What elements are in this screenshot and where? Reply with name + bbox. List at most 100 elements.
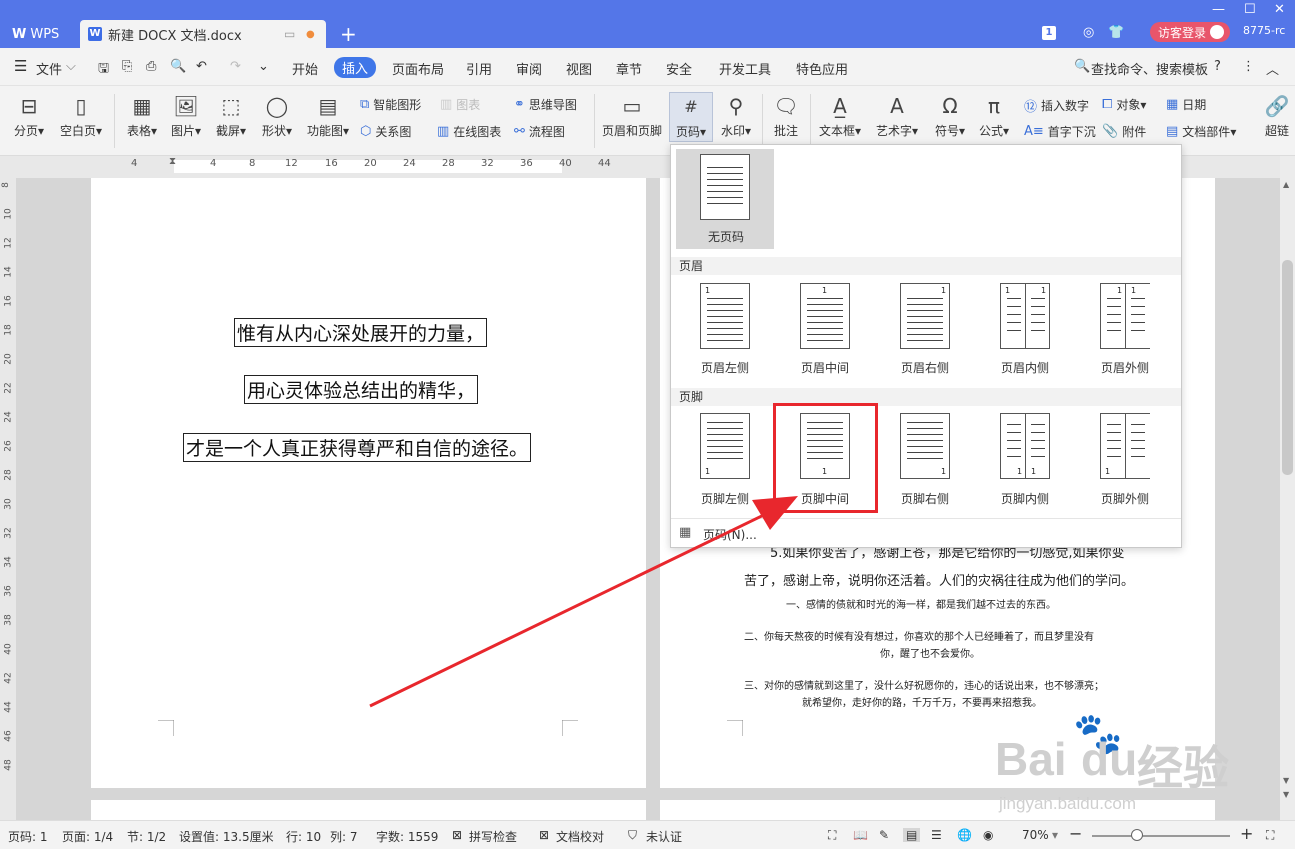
status-page-number[interactable]: 页码: 1	[8, 828, 48, 845]
menu-review[interactable]: 审阅	[516, 59, 542, 78]
watermark-button[interactable]: ⚲ 水印▾	[716, 94, 756, 139]
doc-proof-button[interactable]: 文档校对	[556, 828, 604, 845]
status-section[interactable]: 节: 1/2	[127, 828, 166, 845]
table-button[interactable]: ▦ 表格▾	[122, 94, 162, 139]
footer-right-thumbnail[interactable]: 1	[900, 413, 950, 479]
indent-marker-icon[interactable]: ⧗	[169, 156, 176, 167]
footer-outside-label[interactable]: 页脚外侧	[1075, 490, 1175, 507]
picture-button[interactable]: 🖼 图片▾	[166, 94, 206, 139]
menu-features[interactable]: 特色应用	[796, 59, 848, 78]
doc-parts-button[interactable]: ▤ 文档部件 ▾	[1166, 123, 1236, 140]
redo-icon[interactable]: ↷	[230, 59, 241, 74]
menu-page-layout[interactable]: 页面布局	[392, 59, 444, 78]
screenshot-button[interactable]: ⬚ 截屏▾	[210, 94, 252, 139]
skin-icon[interactable]: ◎	[1083, 25, 1094, 40]
header-footer-button[interactable]: ▭ 页眉和页脚	[600, 94, 664, 139]
status-setting[interactable]: 设置值: 13.5厘米	[179, 828, 274, 845]
comment-button[interactable]: 🗨 批注	[768, 94, 804, 139]
maximize-icon[interactable]: ☐	[1244, 2, 1256, 17]
menu-references[interactable]: 引用	[466, 59, 492, 78]
footer-right-label[interactable]: 页脚右侧	[875, 490, 975, 507]
spell-check-button[interactable]: 拼写检查	[469, 828, 517, 845]
hyperlink-button[interactable]: 🔗 超链	[1260, 94, 1294, 139]
page-3-top[interactable]	[91, 800, 646, 820]
command-search[interactable]: 查找命令、搜索模板	[1091, 59, 1208, 78]
tab-wps-home[interactable]: W WPS	[6, 20, 76, 48]
wordart-button[interactable]: A 艺术字▾	[872, 94, 922, 139]
blank-page-button[interactable]: ▯ 空白页▾	[56, 94, 106, 139]
next-page-icon[interactable]: ▼	[1283, 790, 1289, 799]
outline-view-icon[interactable]: ☰	[931, 828, 942, 842]
guest-login-button[interactable]: 访客登录	[1150, 22, 1230, 42]
header-center-thumbnail[interactable]: 1	[800, 283, 850, 349]
read-mode-icon[interactable]: 📖	[853, 828, 868, 842]
date-button[interactable]: ▦ 日期	[1166, 96, 1206, 113]
shape-button[interactable]: ◯ 形状▾	[256, 94, 298, 139]
symbol-button[interactable]: Ω 符号▾	[930, 94, 970, 139]
header-outside-label[interactable]: 页眉外侧	[1075, 359, 1175, 376]
web-view-icon[interactable]: 🌐	[957, 828, 972, 842]
shirt-icon[interactable]: 👕	[1108, 25, 1124, 40]
insert-number-button[interactable]: ⑫ 插入数字	[1024, 96, 1089, 115]
pin-icon[interactable]: ▭	[284, 27, 295, 41]
menu-developer[interactable]: 开发工具	[719, 59, 771, 78]
zoom-level[interactable]: 70%	[1022, 828, 1049, 842]
footer-inside-thumbnail[interactable]: 1 1	[1000, 413, 1050, 479]
zoom-slider-thumb[interactable]	[1131, 829, 1143, 841]
footer-left-label[interactable]: 页脚左侧	[675, 490, 775, 507]
menu-insert[interactable]: 插入	[334, 57, 377, 78]
eye-protection-icon[interactable]: ◉	[983, 828, 993, 842]
flowchart-button[interactable]: ⚯ 流程图	[514, 123, 565, 140]
attachment-button[interactable]: 📎 附件	[1102, 123, 1146, 140]
header-left-label[interactable]: 页眉左侧	[675, 359, 775, 376]
collapse-ribbon-icon[interactable]: ︿	[1266, 59, 1279, 78]
footer-inside-label[interactable]: 页脚内侧	[975, 490, 1075, 507]
help-icon[interactable]: ?	[1214, 59, 1221, 74]
menu-chapter[interactable]: 章节	[616, 59, 642, 78]
close-icon[interactable]: ✕	[1274, 2, 1285, 17]
smart-shape-button[interactable]: ⧉ 智能图形	[360, 96, 421, 113]
page-view-icon[interactable]: ▤	[903, 828, 921, 842]
header-left-thumbnail[interactable]: 1	[700, 283, 750, 349]
object-button[interactable]: ⧠ 对象 ▾	[1102, 96, 1146, 113]
relation-chart-button[interactable]: ⬡ 关系图	[360, 123, 411, 140]
scroll-down-icon[interactable]: ▼	[1283, 776, 1289, 785]
vertical-scrollbar[interactable]: ▲ ▼ ▼	[1280, 156, 1295, 820]
minimize-icon[interactable]: —	[1212, 2, 1225, 17]
hamburger-icon[interactable]: ☰	[14, 57, 27, 75]
uncertified-status[interactable]: 未认证	[646, 828, 682, 845]
quick-access-more-icon[interactable]: ⌄	[258, 59, 269, 74]
header-center-label[interactable]: 页眉中间	[775, 359, 875, 376]
format-painter-icon[interactable]: ⎘	[122, 59, 132, 74]
zoom-out-icon[interactable]: −	[1069, 824, 1082, 843]
new-tab-button[interactable]: +	[340, 22, 357, 46]
status-pages[interactable]: 页面: 1/4	[62, 828, 113, 845]
header-inside-label[interactable]: 页眉内侧	[975, 359, 1075, 376]
vertical-ruler[interactable]: 8 10 12 14 16 18 20 22 24 26 28 30 32 34…	[0, 178, 16, 820]
textbox-button[interactable]: A̲ 文本框▾	[816, 94, 864, 139]
footer-left-thumbnail[interactable]: 1	[700, 413, 750, 479]
fit-page-icon[interactable]: ⛶	[1266, 828, 1274, 843]
menu-file[interactable]: 文件	[36, 59, 62, 78]
print-icon[interactable]: ⎙	[146, 59, 156, 74]
undo-icon[interactable]: ↶	[196, 59, 207, 74]
tab-document[interactable]: W 新建 DOCX 文档.docx ▭ ●	[80, 20, 326, 48]
header-outside-thumbnail[interactable]: 1 1	[1100, 283, 1150, 349]
menu-view[interactable]: 视图	[566, 59, 592, 78]
online-chart-button[interactable]: ▥ 在线图表	[437, 123, 501, 140]
more-icon[interactable]: ⋮	[1242, 59, 1255, 74]
menu-start[interactable]: 开始	[292, 59, 318, 78]
window-count-badge[interactable]: 1	[1042, 26, 1056, 40]
drop-cap-button[interactable]: A≡ 首字下沉	[1024, 123, 1096, 140]
search-icon[interactable]: 🔍	[1074, 59, 1090, 74]
footer-outside-thumbnail[interactable]: 1	[1100, 413, 1150, 479]
write-mode-icon[interactable]: ✎	[879, 828, 889, 842]
status-word-count[interactable]: 字数: 1559	[376, 828, 438, 845]
header-right-label[interactable]: 页眉右侧	[875, 359, 975, 376]
header-inside-thumbnail[interactable]: 1 1	[1000, 283, 1050, 349]
page-number-dialog-item[interactable]: ▦ 页码(N)...	[671, 518, 1181, 546]
chevron-down-icon[interactable]: ⌵	[66, 59, 76, 74]
zoom-dropdown-icon[interactable]: ▾	[1052, 828, 1058, 842]
no-page-number-option[interactable]: 无页码	[676, 149, 774, 249]
fullscreen-icon[interactable]: ⛶	[828, 828, 836, 843]
